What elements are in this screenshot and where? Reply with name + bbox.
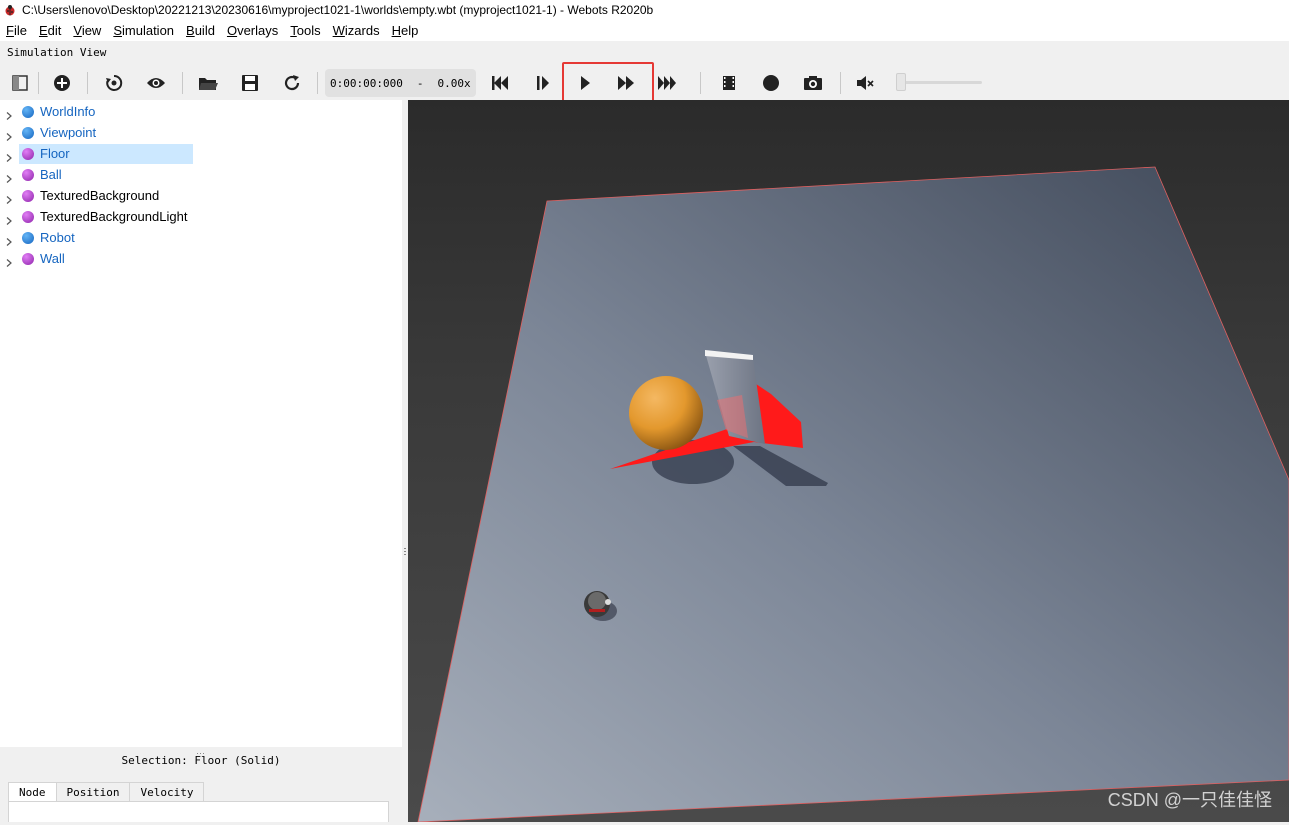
scene-tree-item-label: WorldInfo	[40, 104, 96, 119]
menu-build[interactable]: Build	[180, 23, 221, 38]
tab-velocity[interactable]: Velocity	[129, 782, 205, 803]
scene-tree: WorldInfo Viewpoint Floor Ball TexturedBackg…	[0, 100, 403, 747]
time-separator: -	[416, 76, 424, 90]
selection-label: Selection: Floor (Solid)	[121, 754, 281, 767]
chevron-right-icon[interactable]	[5, 192, 13, 204]
simulation-speed: 0.00x	[437, 76, 471, 90]
view-icon[interactable]	[145, 72, 167, 94]
purple-node-icon	[22, 168, 34, 181]
step-icon[interactable]	[532, 72, 554, 94]
menu-view[interactable]: View	[67, 23, 107, 38]
tab-position[interactable]: Position	[55, 782, 131, 803]
purple-node-icon	[22, 147, 34, 160]
scene-tree-item-label: Ball	[40, 167, 62, 182]
purple-node-icon	[22, 210, 34, 223]
blue-node-icon	[22, 105, 34, 118]
floor[interactable]	[417, 166, 1289, 822]
chevron-right-icon[interactable]	[5, 108, 13, 120]
record-icon[interactable]	[760, 72, 782, 94]
reload-world-icon[interactable]	[281, 72, 303, 94]
chevron-right-icon[interactable]	[5, 255, 13, 267]
chevron-right-icon[interactable]	[5, 213, 13, 225]
scene-tree-splitter[interactable]	[0, 747, 402, 756]
purple-node-icon	[22, 189, 34, 202]
volume-slider-track	[896, 81, 982, 84]
scene-tree-item-floor[interactable]: Floor	[0, 143, 402, 164]
purple-node-icon	[22, 252, 34, 265]
menu-edit[interactable]: Edit	[33, 23, 67, 38]
scene-tree-item-robot[interactable]: Robot	[0, 227, 402, 248]
scene-tree-item-viewpoint[interactable]: Viewpoint	[0, 122, 402, 143]
scene-tree-item-worldinfo[interactable]: WorldInfo	[0, 101, 402, 122]
scene-tree-item-label: Wall	[40, 251, 65, 266]
simulation-time-display: 0:00:00:000 - 0.00x	[325, 69, 476, 97]
toggle-scene-tree-icon[interactable]	[9, 72, 31, 94]
add-node-icon[interactable]	[51, 72, 73, 94]
simulation-view-label: Simulation View	[7, 46, 107, 59]
blue-node-icon	[22, 126, 34, 139]
reset-simulation-icon[interactable]	[489, 72, 511, 94]
window-titlebar: C:\Users\lenovo\Desktop\20221213\2023061…	[0, 0, 1289, 19]
ladybug-icon	[4, 4, 16, 16]
fastest-icon[interactable]	[656, 72, 678, 94]
reset-viewpoint-icon[interactable]	[103, 72, 125, 94]
scene-tree-item-texturedbackgroundlight[interactable]: TexturedBackgroundLight	[0, 206, 402, 227]
menu-tools[interactable]: Tools	[284, 23, 326, 38]
tab-node[interactable]: Node	[8, 782, 57, 803]
3d-viewport[interactable]: CSDN @一只佳佳怪	[408, 100, 1289, 822]
menu-simulation[interactable]: Simulation	[107, 23, 180, 38]
scene-tree-item-label: Floor	[40, 146, 70, 161]
menu-overlays[interactable]: Overlays	[221, 23, 284, 38]
simulation-time: 0:00:00:000	[330, 76, 403, 90]
scene-tree-item-ball[interactable]: Ball	[0, 164, 402, 185]
open-world-icon[interactable]	[197, 72, 219, 94]
record-movie-icon[interactable]	[718, 72, 740, 94]
save-world-icon[interactable]	[239, 72, 261, 94]
scene-tree-item-label: Viewpoint	[40, 125, 97, 140]
chevron-right-icon[interactable]	[5, 234, 13, 246]
watermark: CSDN @一只佳佳怪	[1107, 790, 1272, 810]
window-title: C:\Users\lenovo\Desktop\20221213\2023061…	[22, 2, 654, 17]
scene-tree-item-label: TexturedBackground	[40, 188, 160, 203]
screenshot-icon[interactable]	[802, 72, 824, 94]
annotation-highlight-box	[562, 62, 654, 103]
scene-tree-item-label: TexturedBackgroundLight	[40, 209, 188, 224]
blue-node-icon	[22, 231, 34, 244]
ball[interactable]	[629, 376, 703, 450]
mute-icon[interactable]	[854, 72, 876, 94]
scene-tree-item-texturedbackground[interactable]: TexturedBackground	[0, 185, 402, 206]
menu-wizards[interactable]: Wizards	[327, 23, 386, 38]
chevron-right-icon[interactable]	[5, 129, 13, 141]
volume-slider[interactable]	[896, 73, 982, 91]
chevron-right-icon[interactable]	[5, 171, 13, 183]
menu-bar: File Edit View Simulation Build Overlays Tools…	[0, 19, 1289, 41]
scene-tree-item-wall[interactable]: Wall	[0, 248, 402, 269]
menu-help[interactable]: Help	[386, 23, 425, 38]
scene-tree-item-label: Robot	[40, 230, 75, 245]
field-editor-tabs: Node Position Velocity	[8, 782, 205, 803]
volume-slider-thumb[interactable]	[896, 73, 906, 91]
menu-file[interactable]: File	[0, 23, 33, 38]
field-editor-body	[8, 801, 389, 822]
chevron-right-icon[interactable]	[5, 150, 13, 162]
